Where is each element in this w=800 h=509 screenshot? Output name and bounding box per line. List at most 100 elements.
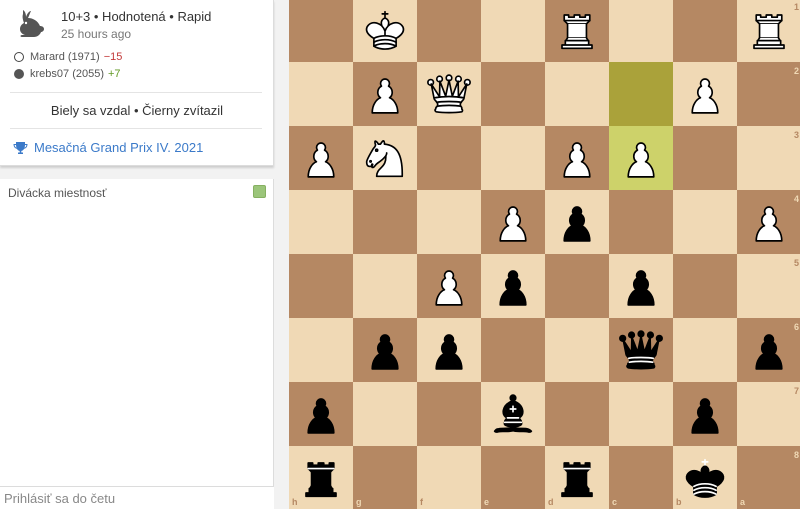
- square-d2[interactable]: [545, 62, 609, 126]
- divider: [10, 92, 262, 93]
- black-pawn-a6[interactable]: [737, 318, 800, 382]
- square-c1[interactable]: [609, 0, 673, 62]
- rank-label: 3: [794, 130, 800, 140]
- white-rook-d1[interactable]: [545, 0, 609, 62]
- square-f7[interactable]: [417, 382, 481, 446]
- square-a8[interactable]: [737, 446, 800, 509]
- white-pawn-a4[interactable]: [737, 190, 800, 254]
- chat-toggle[interactable]: [253, 185, 266, 198]
- tournament-link[interactable]: Mesačná Grand Prix IV. 2021: [13, 140, 203, 155]
- trophy-icon: [13, 141, 28, 154]
- square-h1[interactable]: [289, 0, 353, 62]
- square-h4[interactable]: [289, 190, 353, 254]
- white-pawn-icon: [499, 206, 527, 242]
- square-d6[interactable]: [545, 318, 609, 382]
- square-a7[interactable]: [737, 382, 800, 446]
- square-f8[interactable]: [417, 446, 481, 509]
- black-king-icon: [685, 458, 725, 498]
- square-e1[interactable]: [481, 0, 545, 62]
- chat-title: Divácka miestnosť: [8, 186, 107, 200]
- black-pawn-c5[interactable]: [609, 254, 673, 318]
- white-pawn-f5[interactable]: [417, 254, 481, 318]
- square-c7[interactable]: [609, 382, 673, 446]
- square-d5[interactable]: [545, 254, 609, 318]
- square-b4[interactable]: [673, 190, 737, 254]
- black-pawn-icon: [627, 270, 655, 306]
- black-pawn-f6[interactable]: [417, 318, 481, 382]
- rank-label: 8: [794, 450, 800, 460]
- game-info-card: 10+3 • Hodnotená • Rapid 25 hours ago Ma…: [0, 0, 274, 166]
- rating-diff: +7: [108, 68, 121, 80]
- square-a2[interactable]: [737, 62, 800, 126]
- divider: [10, 128, 262, 129]
- black-rook-d8[interactable]: [545, 446, 609, 509]
- game-result: Biely sa vzdal • Čierny zvítazil: [50, 103, 224, 118]
- square-a3[interactable]: [737, 126, 800, 190]
- square-c8[interactable]: [609, 446, 673, 509]
- file-label: e: [484, 497, 490, 507]
- white-pawn-h3[interactable]: [289, 126, 353, 190]
- black-pawn-e5[interactable]: [481, 254, 545, 318]
- square-e8[interactable]: [481, 446, 545, 509]
- square-h2[interactable]: [289, 62, 353, 126]
- square-g4[interactable]: [353, 190, 417, 254]
- square-h5[interactable]: [289, 254, 353, 318]
- black-king-b8[interactable]: [673, 446, 737, 509]
- chat-input[interactable]: [0, 487, 274, 509]
- white-king-g1[interactable]: [353, 0, 417, 62]
- square-d7[interactable]: [545, 382, 609, 446]
- white-pawn-icon: [307, 142, 335, 178]
- white-king-icon: [365, 10, 405, 50]
- chess-board[interactable]: 12345678hgfedcba: [289, 0, 800, 509]
- square-e3[interactable]: [481, 126, 545, 190]
- square-f3[interactable]: [417, 126, 481, 190]
- black-pawn-b7[interactable]: [673, 382, 737, 446]
- chat-input-wrap: [0, 486, 274, 509]
- black-rook-h8[interactable]: [289, 446, 353, 509]
- white-circle-icon: [14, 52, 24, 62]
- file-label: c: [612, 497, 618, 507]
- square-g5[interactable]: [353, 254, 417, 318]
- square-b6[interactable]: [673, 318, 737, 382]
- rating-diff: −15: [103, 51, 123, 63]
- square-g7[interactable]: [353, 382, 417, 446]
- square-f4[interactable]: [417, 190, 481, 254]
- player-name: Marard (1971): [30, 51, 100, 63]
- black-pawn-h7[interactable]: [289, 382, 353, 446]
- rank-label: 5: [794, 258, 800, 268]
- white-knight-g3[interactable]: [353, 126, 417, 190]
- black-pawn-icon: [563, 206, 591, 242]
- player-white[interactable]: Marard (1971) −15: [14, 51, 122, 63]
- white-pawn-icon: [563, 142, 591, 178]
- white-pawn-icon: [627, 142, 655, 178]
- white-pawn-e4[interactable]: [481, 190, 545, 254]
- white-rook-a1[interactable]: [737, 0, 800, 62]
- square-a5[interactable]: [737, 254, 800, 318]
- black-pawn-icon: [755, 334, 783, 370]
- player-black[interactable]: krebs07 (2055) +7: [14, 68, 121, 80]
- square-g8[interactable]: [353, 446, 417, 509]
- white-pawn-c3[interactable]: [609, 126, 673, 190]
- square-c4[interactable]: [609, 190, 673, 254]
- square-h6[interactable]: [289, 318, 353, 382]
- square-f1[interactable]: [417, 0, 481, 62]
- black-bishop-e7[interactable]: [481, 382, 545, 446]
- square-e6[interactable]: [481, 318, 545, 382]
- square-e2[interactable]: [481, 62, 545, 126]
- white-pawn-d3[interactable]: [545, 126, 609, 190]
- square-b1[interactable]: [673, 0, 737, 62]
- black-queen-c6[interactable]: [609, 318, 673, 382]
- white-pawn-b2[interactable]: [673, 62, 737, 126]
- rank-label: 2: [794, 66, 800, 76]
- square-b3[interactable]: [673, 126, 737, 190]
- square-b5[interactable]: [673, 254, 737, 318]
- black-pawn-d4[interactable]: [545, 190, 609, 254]
- spectator-chat: Divácka miestnosť: [0, 179, 274, 509]
- black-bishop-icon: [493, 394, 533, 433]
- black-pawn-icon: [307, 398, 335, 434]
- game-time-ago: 25 hours ago: [61, 27, 132, 41]
- white-pawn-g2[interactable]: [353, 62, 417, 126]
- square-c2[interactable]: [609, 62, 673, 126]
- white-queen-f2[interactable]: [417, 62, 481, 126]
- black-pawn-g6[interactable]: [353, 318, 417, 382]
